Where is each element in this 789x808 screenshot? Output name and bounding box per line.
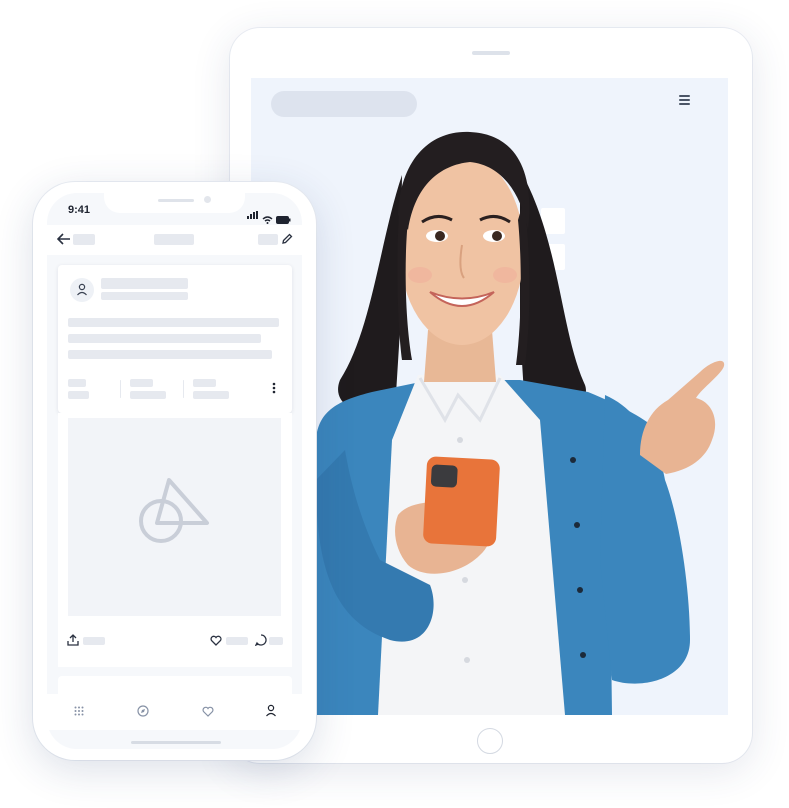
bottom-nav bbox=[47, 694, 302, 730]
stat-placeholder bbox=[130, 391, 166, 399]
tablet-screen bbox=[251, 78, 728, 715]
stat-divider bbox=[120, 380, 121, 398]
grid-icon[interactable] bbox=[74, 706, 84, 716]
stat-placeholder bbox=[130, 379, 153, 387]
post-text-line bbox=[68, 318, 279, 327]
post-text-line bbox=[68, 334, 261, 343]
post-text-line bbox=[68, 350, 272, 359]
phone-camera bbox=[204, 196, 211, 203]
heart-icon[interactable] bbox=[202, 706, 214, 717]
user-icon[interactable] bbox=[265, 704, 277, 717]
phone-notch bbox=[104, 193, 245, 213]
hamburger-menu-icon[interactable] bbox=[679, 95, 690, 105]
share-count-placeholder bbox=[83, 637, 105, 645]
stat-divider bbox=[183, 380, 184, 398]
comment-count-placeholder bbox=[269, 637, 283, 645]
pencil-icon[interactable] bbox=[281, 233, 293, 245]
status-time: 9:41 bbox=[68, 204, 91, 216]
like-count-placeholder bbox=[226, 637, 248, 645]
user-icon bbox=[77, 283, 87, 296]
status-icons bbox=[247, 206, 291, 224]
stat-placeholder bbox=[193, 391, 229, 399]
battery-icon bbox=[276, 216, 291, 224]
arrow-left-icon[interactable] bbox=[57, 233, 71, 245]
logo-placeholder-icon bbox=[139, 478, 209, 543]
next-post-card bbox=[58, 676, 292, 694]
signal-icon bbox=[247, 206, 259, 224]
header-title-placeholder bbox=[154, 234, 194, 245]
phone-speaker bbox=[158, 199, 194, 202]
tablet-text-placeholder bbox=[541, 208, 565, 234]
tablet-speaker bbox=[472, 51, 510, 55]
tablet-text-placeholder bbox=[541, 244, 565, 270]
stat-placeholder bbox=[68, 391, 89, 399]
comment-icon[interactable] bbox=[255, 634, 267, 646]
compass-icon[interactable] bbox=[137, 705, 149, 717]
more-vertical-icon[interactable] bbox=[272, 382, 276, 394]
post-meta-placeholder bbox=[101, 292, 188, 300]
back-label-placeholder bbox=[73, 234, 95, 245]
post-author-placeholder bbox=[101, 278, 188, 289]
share-icon[interactable] bbox=[67, 634, 79, 646]
home-indicator bbox=[131, 741, 221, 744]
stat-placeholder bbox=[193, 379, 216, 387]
tablet-search-bar[interactable] bbox=[271, 91, 417, 117]
stat-placeholder bbox=[68, 379, 86, 387]
edit-label-placeholder bbox=[258, 234, 278, 245]
heart-icon[interactable] bbox=[210, 635, 222, 646]
wifi-icon bbox=[262, 216, 273, 224]
tablet-home-button[interactable] bbox=[477, 728, 503, 754]
